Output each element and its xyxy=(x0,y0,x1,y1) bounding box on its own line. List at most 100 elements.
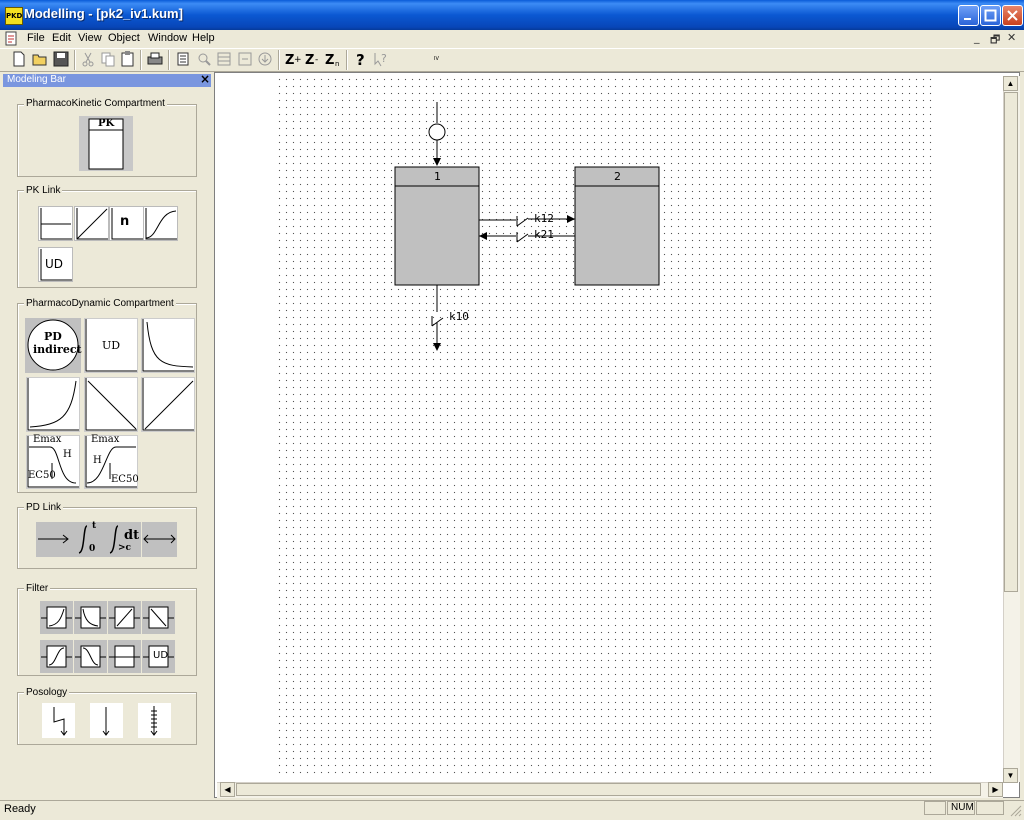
filter-linear-down-tile[interactable] xyxy=(142,601,175,634)
status-panel-scrl xyxy=(976,801,1004,815)
pd-link-dt: dt xyxy=(124,528,140,543)
pk-link-ud-label: UD xyxy=(45,257,64,271)
grid-icon[interactable] xyxy=(215,50,233,68)
pd-link-integral-0: 0 xyxy=(89,544,96,554)
cut-icon[interactable] xyxy=(79,50,97,68)
filter-sigmoid-up-tile[interactable] xyxy=(40,640,73,673)
mdi-close-button[interactable]: ✕ xyxy=(1007,31,1016,44)
pd-linear-decrease-tile[interactable] xyxy=(84,377,138,432)
filter-label: Filter xyxy=(24,583,51,594)
pk-link-label: PK Link xyxy=(24,185,63,196)
pd-link-direct-tile[interactable] xyxy=(36,522,71,557)
compartment-1 xyxy=(394,166,480,286)
copy-icon[interactable] xyxy=(99,50,117,68)
horizontal-scroll-thumb[interactable] xyxy=(236,783,981,796)
iv-input-node xyxy=(428,123,446,141)
menu-window[interactable]: Window xyxy=(148,32,187,44)
pd-exp-growth-tile[interactable] xyxy=(26,377,80,432)
pd-link-label: PD Link xyxy=(24,502,64,513)
minimize-button[interactable] xyxy=(958,5,979,26)
pd-link-bidirectional-tile[interactable] xyxy=(142,522,177,557)
pk-tile-label: PK xyxy=(98,118,115,129)
status-panel-num: NUM xyxy=(947,801,975,815)
posology-bolus-tile[interactable] xyxy=(90,703,123,738)
z-minus-icon[interactable]: Z- xyxy=(304,50,322,68)
menu-object[interactable]: Object xyxy=(108,32,140,44)
help-icon[interactable]: ? xyxy=(352,50,370,69)
mdi-minimize-button[interactable]: _ xyxy=(974,31,980,44)
pd-compartment-label: PharmacoDynamic Compartment xyxy=(24,298,176,309)
scroll-up-button[interactable]: ▲ xyxy=(1003,76,1018,91)
new-icon[interactable] xyxy=(10,50,28,68)
status-bar xyxy=(0,800,1024,820)
pd-h-label-2: H xyxy=(93,455,102,466)
modeling-bar-title: Modeling Bar xyxy=(7,74,66,85)
svg-text:?: ? xyxy=(356,51,365,68)
svg-text:n: n xyxy=(335,60,339,68)
save-icon[interactable] xyxy=(52,50,70,68)
pk-link-linear-tile[interactable] xyxy=(74,206,109,241)
filter-ud-label: UD xyxy=(153,650,169,661)
scroll-right-button[interactable]: ▶ xyxy=(988,782,1003,797)
pk-link-constant-tile[interactable] xyxy=(38,206,73,241)
paste-icon[interactable] xyxy=(119,50,137,68)
filter-exp-growth-tile[interactable] xyxy=(40,601,73,634)
pd-link-integral-t: t xyxy=(92,521,97,531)
close-button[interactable] xyxy=(1002,5,1023,26)
window-title: Modelling - [pk2_iv1.kum] xyxy=(24,6,183,21)
import-icon[interactable] xyxy=(256,50,274,68)
pd-link-gt-c: >c xyxy=(118,543,132,553)
z-fit-icon[interactable]: Zn xyxy=(324,50,342,68)
svg-text:+: + xyxy=(294,55,302,65)
iv-label: IV xyxy=(434,56,439,62)
modeling-bar-close-button[interactable]: × xyxy=(200,72,210,86)
context-help-icon[interactable]: ? xyxy=(372,50,390,68)
pd-linear-increase-tile[interactable] xyxy=(141,377,195,432)
posology-label: Posology xyxy=(24,687,70,698)
menu-help[interactable]: Help xyxy=(192,32,215,44)
pd-h-label-1: H xyxy=(63,449,72,460)
align-icon[interactable] xyxy=(236,50,254,68)
pd-emax-label-1: Emax xyxy=(33,434,62,445)
zoom-icon[interactable] xyxy=(195,50,213,68)
svg-text:Z: Z xyxy=(325,53,334,68)
menu-edit[interactable]: Edit xyxy=(52,32,71,44)
pd-ec50-label-1: EC50 xyxy=(28,470,56,481)
posology-infusion-tile[interactable] xyxy=(42,703,75,738)
pd-ud-label: UD xyxy=(102,339,121,352)
filter-constant-tile[interactable] xyxy=(108,640,141,673)
pd-exp-decay-tile[interactable] xyxy=(141,318,195,373)
filter-exp-decay-tile[interactable] xyxy=(74,601,107,634)
menu-file[interactable]: File xyxy=(27,32,45,44)
compartment-2 xyxy=(574,166,660,286)
scroll-left-button[interactable]: ◀ xyxy=(220,782,235,797)
vertical-scroll-thumb[interactable] xyxy=(1004,92,1018,592)
properties-icon[interactable] xyxy=(174,50,192,68)
svg-text:Z: Z xyxy=(305,53,314,68)
svg-text:?: ? xyxy=(381,52,387,65)
pk-link-n-label: n xyxy=(120,214,130,229)
pd-indirect-label-1: PD xyxy=(44,330,62,343)
menu-view[interactable]: View xyxy=(78,32,102,44)
app-icon[interactable]: PKD xyxy=(5,7,23,25)
resize-grip-icon[interactable] xyxy=(1008,803,1022,817)
document-icon[interactable] xyxy=(5,31,18,46)
k12-label: k12 xyxy=(534,212,554,225)
filter-sigmoid-down-tile[interactable] xyxy=(74,640,107,673)
posology-repeated-tile[interactable] xyxy=(138,703,171,738)
model-diagram[interactable] xyxy=(214,72,1004,782)
status-text: Ready xyxy=(4,803,36,815)
k10-label: k10 xyxy=(449,310,469,323)
pd-indirect-label-2: indirect xyxy=(33,343,82,356)
open-icon[interactable] xyxy=(31,50,49,68)
maximize-button[interactable] xyxy=(980,5,1001,26)
pd-emax-label-2: Emax xyxy=(91,434,120,445)
z-plus-icon[interactable]: Z + xyxy=(284,50,302,68)
pk-link-sigmoid-tile[interactable] xyxy=(143,206,178,241)
filter-linear-up-tile[interactable] xyxy=(108,601,141,634)
print-icon[interactable] xyxy=(146,50,164,68)
scroll-down-button[interactable]: ▼ xyxy=(1003,768,1018,783)
pd-ec50-label-2: EC50 xyxy=(111,474,139,485)
k21-label: k21 xyxy=(534,228,554,241)
compartment-1-label: 1 xyxy=(434,170,441,183)
